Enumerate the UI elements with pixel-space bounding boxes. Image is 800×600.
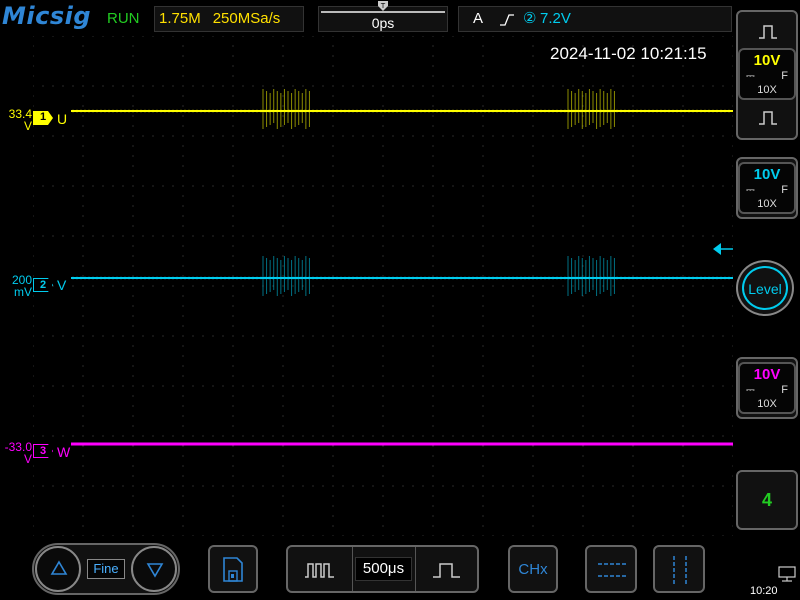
horizontal-position-value: 0ps bbox=[371, 15, 395, 31]
ch1-scale-box[interactable]: 10V ⎓ F 10X bbox=[738, 48, 796, 100]
up-arrow-icon bbox=[50, 560, 68, 575]
ch3-name: W bbox=[57, 444, 71, 460]
down-arrow-icon bbox=[146, 563, 164, 578]
timestamp: 2024-11-02 10:21:15 bbox=[550, 44, 707, 63]
timebase-value: 500μs bbox=[355, 557, 412, 581]
timebase-display: 500μs bbox=[352, 547, 415, 591]
ch1-name: U bbox=[57, 111, 68, 127]
ch3-offset-unit: V bbox=[23, 452, 32, 466]
svg-text:T: T bbox=[380, 2, 386, 10]
acquisition-info[interactable]: 1.75M 250MSa/s bbox=[154, 6, 304, 32]
ch1-trace bbox=[71, 89, 733, 129]
ch3-scale: 10V bbox=[753, 366, 781, 383]
save-icon bbox=[223, 557, 243, 582]
timebase-increase[interactable] bbox=[415, 547, 478, 591]
ch3-dc-icon: ⎓ bbox=[746, 384, 755, 396]
brand-logo: Micsig bbox=[2, 2, 92, 30]
chx-label: CHx bbox=[518, 561, 548, 578]
down-button[interactable] bbox=[131, 546, 177, 592]
ch3-offset: -33.0 V bbox=[0, 441, 32, 465]
ch2-offset: 200 mV bbox=[0, 274, 32, 298]
rising-edge-icon bbox=[500, 14, 514, 26]
ch3-coupling: F bbox=[781, 384, 788, 396]
trigger-mode: A bbox=[473, 10, 484, 27]
position-bar bbox=[321, 11, 445, 13]
wide-pulse-icon bbox=[433, 563, 460, 578]
dense-pulse-icon bbox=[305, 563, 334, 578]
up-button[interactable] bbox=[35, 546, 81, 592]
ch2-trace bbox=[71, 256, 733, 296]
level-label: Level bbox=[748, 281, 782, 297]
vertical-cursor-icon bbox=[673, 556, 687, 584]
ch4-label: 4 bbox=[761, 490, 772, 510]
ch3-scale-box[interactable]: 10V ⎓ F 10X bbox=[738, 362, 796, 414]
save-button[interactable] bbox=[208, 545, 258, 593]
ch1-probe: 10X bbox=[757, 84, 777, 96]
ch2-offset-unit: mV bbox=[14, 285, 32, 299]
horizontal-cursor-icon bbox=[598, 563, 626, 577]
trigger-info[interactable]: A ② 7.2V bbox=[458, 6, 732, 32]
ch1-dc-icon: ⎓ bbox=[746, 70, 755, 82]
trigger-position-marker-icon: T bbox=[378, 1, 388, 11]
trigger-level-arrow-icon[interactable] bbox=[713, 243, 733, 255]
ch1-offset-unit: V bbox=[23, 119, 32, 133]
trigger-channel: ② bbox=[523, 10, 537, 27]
ch2-dc-icon: ⎓ bbox=[746, 184, 755, 196]
timebase-decrease[interactable] bbox=[288, 547, 353, 591]
trigger-level: 7.2V bbox=[540, 10, 571, 27]
ch1-scale: 10V bbox=[753, 52, 781, 69]
pulse-icon[interactable] bbox=[758, 110, 778, 126]
ch2-coupling: F bbox=[781, 184, 788, 196]
ch3-probe: 10X bbox=[757, 398, 777, 410]
pulse-icon[interactable] bbox=[758, 24, 778, 40]
ch1-offset: 33.4 V bbox=[0, 108, 32, 132]
ch4-button[interactable]: 4 bbox=[736, 470, 798, 530]
horizontal-cursor-button[interactable] bbox=[585, 545, 637, 593]
ch2-name: V bbox=[57, 277, 67, 293]
memory-depth: 1.75M bbox=[159, 10, 201, 27]
clock: 10:20 bbox=[750, 585, 778, 597]
ch2-probe: 10X bbox=[757, 198, 777, 210]
network-icon bbox=[778, 566, 796, 582]
fine-label[interactable]: Fine bbox=[87, 559, 125, 579]
vertical-cursor-button[interactable] bbox=[653, 545, 705, 593]
sample-rate: 250MSa/s bbox=[212, 10, 281, 27]
level-knob[interactable]: Level bbox=[736, 260, 794, 316]
timebase-control[interactable]: 500μs bbox=[286, 545, 479, 593]
horizontal-position-box[interactable]: T 0ps bbox=[318, 1, 448, 32]
ch2-scale-box[interactable]: 10V ⎓ F 10X bbox=[738, 162, 796, 214]
channel-select-button[interactable]: CHx bbox=[508, 545, 558, 593]
run-status[interactable]: RUN bbox=[107, 10, 140, 27]
ch2-scale: 10V bbox=[753, 166, 781, 183]
waveform-display[interactable] bbox=[33, 36, 733, 536]
ch1-coupling: F bbox=[781, 70, 788, 82]
